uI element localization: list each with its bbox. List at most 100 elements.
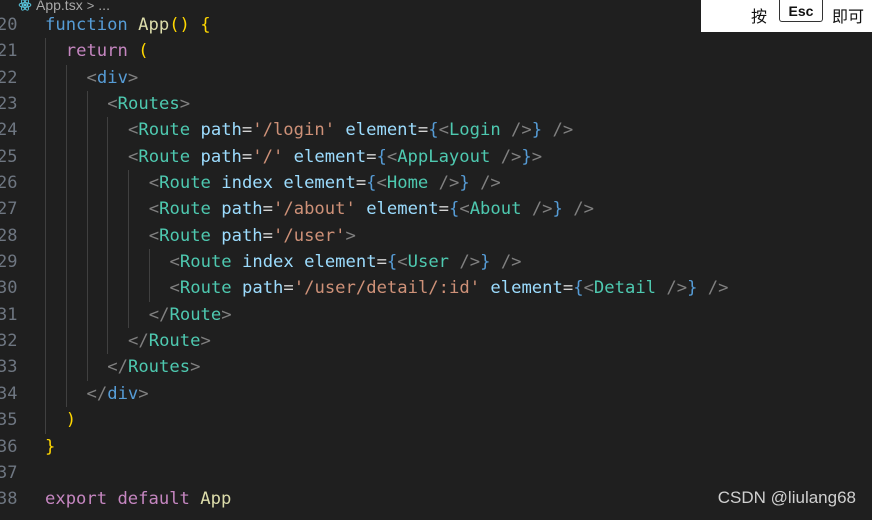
code-token: =: [438, 199, 449, 220]
code-token: </: [107, 357, 128, 378]
line-number: 26: [0, 173, 18, 194]
line-number: 34: [0, 383, 18, 404]
code-line[interactable]: 34 </div>: [0, 380, 872, 408]
code-token: App: [200, 489, 232, 510]
code-token: =: [262, 225, 274, 246]
indent-guide: [107, 249, 109, 276]
code-token: <: [386, 146, 398, 167]
code-token: path: [221, 199, 263, 220]
indent-guide: [128, 301, 130, 329]
toast-prefix: 按: [751, 9, 768, 26]
code-text: <Route path='/' element={<AppLayout />}>: [128, 144, 542, 170]
indent-guide: [107, 328, 109, 355]
line-number: 35: [0, 410, 18, 431]
line-number: 20: [0, 15, 18, 35]
indent-guide: [107, 117, 109, 144]
indent-guide: [86, 222, 88, 250]
code-line[interactable]: 35): [0, 407, 872, 434]
code-token: />: [511, 120, 532, 141]
line-number: 38: [0, 489, 18, 510]
code-text: <Route path='/user/detail/:id' element={…: [170, 275, 729, 301]
indent-guide: [45, 275, 46, 302]
code-line[interactable]: 25 <Route path='/' element={<AppLayout />…: [0, 143, 872, 171]
code-token: <: [169, 252, 180, 273]
indent-guide: [107, 275, 109, 302]
code-token: <: [459, 199, 470, 220]
code-token: Route: [179, 252, 232, 273]
code-line[interactable]: 21 return (: [0, 38, 872, 65]
code-token: {: [573, 278, 584, 299]
code-line[interactable]: 29 <Route index element={<User />} />: [0, 249, 872, 276]
code-token: {: [376, 146, 387, 167]
line-number: 24: [0, 120, 18, 141]
indent-guide: [128, 222, 130, 250]
indent-guide: [45, 38, 46, 65]
code-token: element: [283, 173, 356, 194]
code-token: Routes: [117, 94, 180, 115]
code-token: return: [65, 41, 128, 62]
code-line[interactable]: 30 <Route path='/user/detail/:id' element…: [0, 275, 872, 302]
indent-guide: [86, 196, 88, 223]
line-number: 22: [0, 67, 18, 88]
code-token: =: [562, 278, 574, 299]
code-token: >: [200, 331, 211, 352]
code-line[interactable]: 27 <Route path='/about' element={<About /…: [0, 196, 872, 223]
code-token: div: [96, 67, 128, 88]
code-text: </Routes>: [107, 354, 200, 380]
code-text: export default App: [45, 486, 231, 512]
indent-guide: [65, 143, 67, 171]
indent-guide: [148, 275, 150, 302]
indent-guide: [65, 328, 67, 355]
code-token: '/user': [273, 225, 346, 246]
code-token: }: [459, 173, 470, 194]
code-line[interactable]: 23 <Routes>: [0, 91, 872, 118]
indent-guide: [107, 143, 109, 171]
indent-guide: [86, 301, 88, 329]
line-number: 21: [0, 41, 18, 62]
code-token: Route: [148, 331, 201, 352]
code-text: </Route>: [128, 328, 211, 354]
code-text: }: [45, 434, 55, 460]
code-line[interactable]: 36}: [0, 434, 872, 460]
code-token: {: [366, 173, 377, 194]
code-line[interactable]: 24 <Route path='/login' element={<Login /…: [0, 117, 872, 144]
code-line[interactable]: 37: [0, 460, 872, 486]
line-number: 30: [0, 278, 18, 299]
code-line[interactable]: 28 <Route path='/user'>: [0, 222, 872, 250]
indent-guide: [45, 196, 46, 223]
code-token: >: [531, 146, 543, 167]
code-token: export: [45, 489, 108, 510]
code-text: <Route index element={<Home />} />: [149, 170, 501, 196]
code-line[interactable]: 22 <div>: [0, 64, 872, 92]
code-token: Route: [159, 173, 211, 194]
code-token: Route: [138, 120, 191, 141]
code-token: <: [148, 225, 160, 246]
code-editor[interactable]: 20 function App() {21 return (22 <div> 23 <Ro…: [0, 12, 872, 513]
code-token: {: [386, 252, 398, 273]
code-line[interactable]: 26 <Route index element={<Home />} />: [0, 170, 872, 197]
code-token: Route: [159, 199, 211, 220]
esc-key-badge: Esc: [779, 0, 823, 22]
code-token: (): [169, 15, 190, 35]
code-line[interactable]: 31 </Route>: [0, 301, 872, 329]
indent-guide: [148, 249, 150, 276]
code-token: path: [242, 278, 284, 299]
code-line[interactable]: 33 </Routes>: [0, 354, 872, 381]
indent-guide: [107, 222, 109, 250]
code-token: />: [438, 173, 460, 194]
code-text: <Route path='/login' element={<Login />}…: [128, 117, 573, 143]
code-token: Detail: [593, 278, 657, 299]
code-token: element: [304, 252, 377, 273]
line-number: 28: [0, 225, 18, 246]
code-line[interactable]: 32 </Route>: [0, 328, 872, 355]
code-token: Route: [169, 304, 222, 325]
